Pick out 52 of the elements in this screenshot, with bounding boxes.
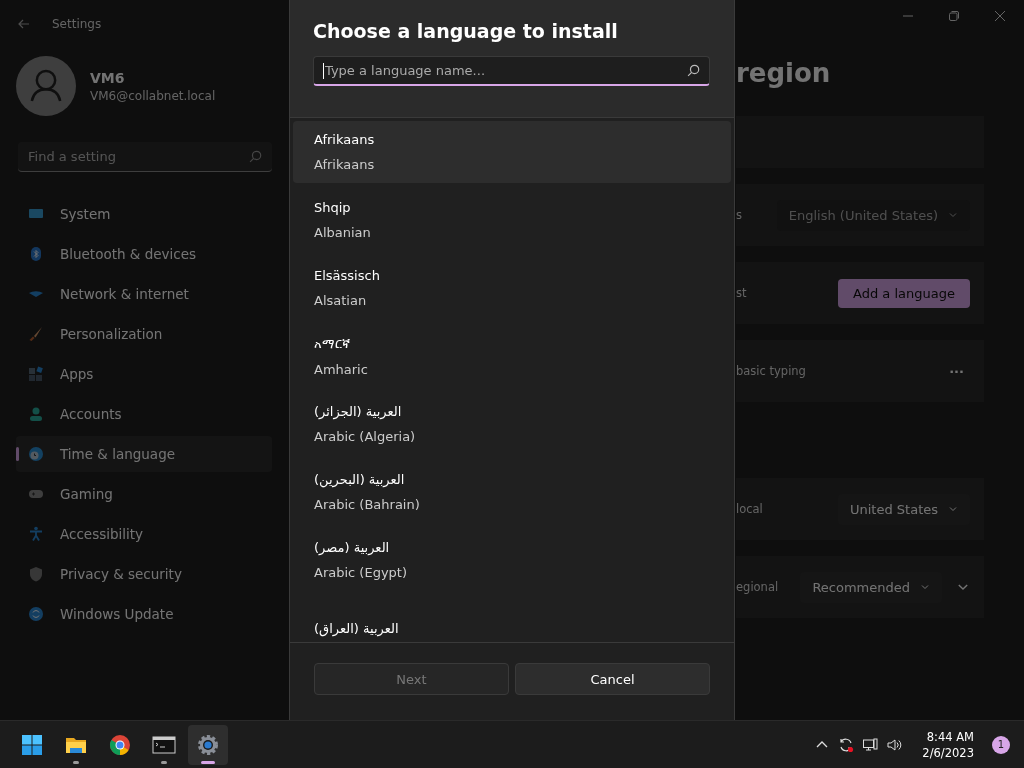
dialog-title: Choose a language to install: [313, 20, 619, 42]
taskbar-app[interactable]: [188, 724, 228, 765]
add-language-button[interactable]: Add a language: [838, 278, 970, 308]
nav-item[interactable]: Time & language: [16, 436, 272, 472]
window-title: Settings: [52, 17, 102, 31]
browser-icon: [108, 732, 132, 757]
nav-item[interactable]: Privacy & security: [16, 556, 272, 592]
more-button[interactable]: ···: [943, 359, 970, 383]
setting-label: st: [736, 286, 748, 300]
nav-item[interactable]: System: [16, 196, 272, 232]
nav-item[interactable]: Accessibility: [16, 516, 272, 552]
page-heading: region: [736, 58, 832, 88]
person-icon: [28, 406, 44, 422]
nav-item[interactable]: Apps: [16, 356, 272, 392]
search-icon: [687, 64, 700, 77]
search-icon: [249, 150, 262, 163]
nav-item[interactable]: Bluetooth & devices: [16, 236, 272, 272]
avatar-icon: [16, 56, 76, 116]
restore-icon[interactable]: [948, 10, 960, 22]
speaker-icon[interactable]: [886, 736, 903, 753]
network-icon[interactable]: [862, 736, 879, 753]
language-item[interactable]: አማርኛ Amharic: [293, 325, 731, 387]
apps-icon: [28, 366, 44, 382]
account-name: VM6: [90, 69, 126, 86]
setting-label: egional: [736, 580, 780, 594]
language-item[interactable]: Afrikaans Afrikaans: [293, 121, 731, 183]
search-field[interactable]: Find a setting: [18, 142, 272, 172]
setting-label: basic typing: [736, 364, 807, 378]
nav-item[interactable]: Network & internet: [16, 276, 272, 312]
notification-badge[interactable]: 1: [992, 735, 1010, 754]
nav-item[interactable]: Gaming: [16, 476, 272, 512]
dialog-button[interactable]: Cancel: [515, 663, 710, 695]
nav-item[interactable]: Windows Update: [16, 596, 272, 632]
nav-item[interactable]: Personalization: [16, 316, 272, 352]
language-search-field[interactable]: Type a language name...: [313, 56, 710, 86]
close-icon[interactable]: [994, 10, 1006, 22]
accessibility-icon: [28, 526, 44, 542]
language-item[interactable]: Elsässisch Alsatian: [293, 257, 731, 319]
sync-icon[interactable]: [838, 736, 855, 753]
language-item[interactable]: العربية (العراق): [293, 597, 731, 642]
update-icon: [28, 606, 44, 622]
nav-item[interactable]: Accounts: [16, 396, 272, 432]
globe-clock-icon: [28, 446, 44, 462]
account-email: VM6@collabnet.local: [90, 88, 216, 103]
setting-label: local: [736, 502, 764, 516]
clock[interactable]: 8:44 AM 2/6/2023: [922, 729, 974, 760]
start-icon: [20, 732, 44, 757]
shield-icon: [28, 566, 44, 582]
language-item[interactable]: Shqip Albanian: [293, 189, 731, 251]
bluetooth-icon: [28, 246, 44, 262]
gear-icon: [196, 732, 220, 757]
setting-label: s: [736, 208, 743, 222]
